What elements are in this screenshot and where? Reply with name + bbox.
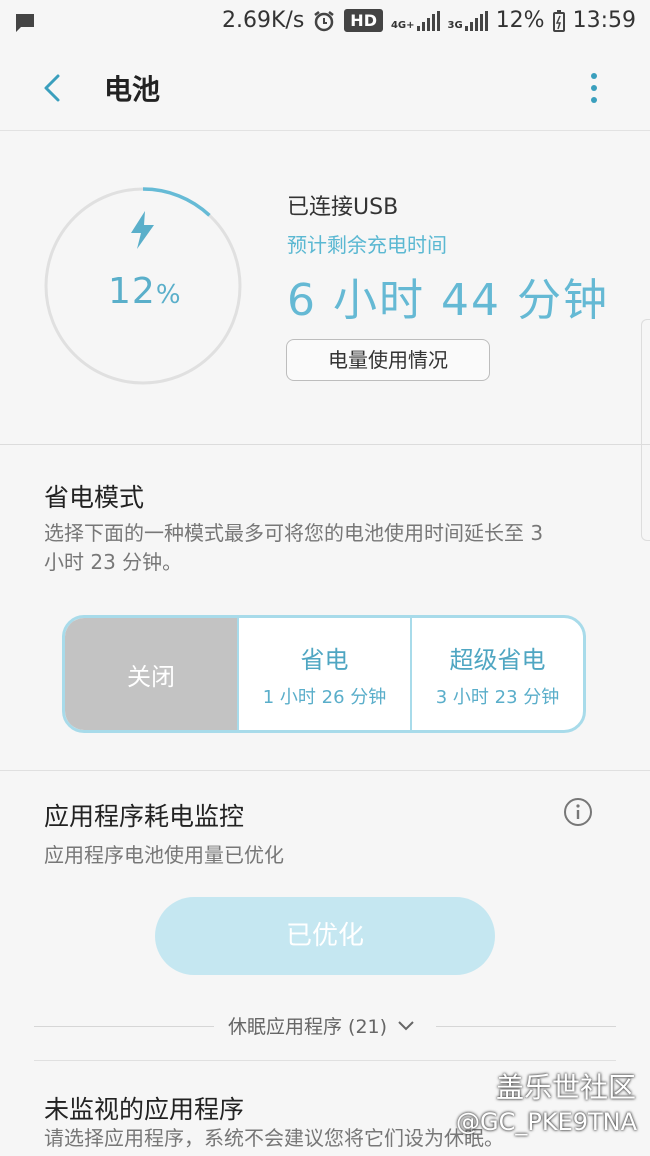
- alarm-icon: [314, 10, 335, 31]
- message-notification-icon: [16, 14, 34, 32]
- mode-ultra-power-saving[interactable]: 超级省电 3 小时 23 分钟: [410, 618, 583, 730]
- unmonitored-apps-title[interactable]: 未监视的应用程序: [44, 1090, 244, 1126]
- watermark-brand: 盖乐世社区: [496, 1071, 637, 1104]
- mode-time: 1 小时 26 分钟: [262, 686, 387, 708]
- app-monitor-description: 应用程序电池使用量已优化: [44, 843, 284, 867]
- clock: 13:59: [572, 8, 636, 33]
- battery-percent: 12%: [108, 271, 182, 312]
- network-speed: 2.69K/s: [222, 8, 305, 33]
- unmonitored-apps-description: 请选择应用程序，系统不会建议您将它们设为休眠。: [44, 1126, 504, 1150]
- optimized-button[interactable]: 已优化: [155, 897, 495, 975]
- page-title: 电池: [104, 73, 161, 106]
- power-mode-selector: 关闭 省电 1 小时 26 分钟 超级省电 3 小时 23 分钟: [62, 615, 586, 733]
- mode-off[interactable]: 关闭: [65, 618, 237, 730]
- status-bar: 2.69K/s HD 4G+ 3G 12% 13:59: [0, 0, 650, 46]
- info-icon[interactable]: [563, 797, 593, 827]
- watermark-user: @GC_PKE9TNA: [456, 1108, 638, 1136]
- network-type-label-2: 3G: [447, 19, 463, 31]
- power-saving-title: 省电模式: [44, 483, 145, 512]
- hd-badge: HD: [344, 9, 383, 32]
- more-options-icon[interactable]: [582, 70, 606, 110]
- mode-time: 3 小时 23 分钟: [435, 686, 560, 708]
- battery-status-card: 12% 已连接USB 预计剩余充电时间 6 小时 44 分钟 电量使用情况: [0, 131, 650, 541]
- mode-name: 超级省电: [449, 645, 546, 674]
- app-bar: 电池: [0, 46, 650, 131]
- sleeping-apps-label: 休眠应用程序 (21): [228, 1016, 388, 1038]
- chevron-down-icon: [398, 1020, 414, 1030]
- charging-bolt-icon: [131, 211, 154, 249]
- edge-panel-handle[interactable]: [641, 319, 650, 541]
- battery-charging-icon: [552, 9, 565, 32]
- network-type-label: 4G+: [390, 19, 415, 31]
- battery-usage-button[interactable]: 电量使用情况: [286, 339, 490, 381]
- section-divider: [34, 1060, 616, 1061]
- charge-estimate-label: 预计剩余充电时间: [287, 233, 447, 257]
- mode-name: 省电: [300, 645, 349, 674]
- battery-percent-value: 12: [108, 271, 156, 312]
- divider-right: [436, 1026, 616, 1027]
- sleeping-apps-toggle[interactable]: 休眠应用程序 (21): [228, 1012, 415, 1039]
- sleeping-apps-row[interactable]: 休眠应用程序 (21): [34, 1010, 616, 1044]
- app-monitor-title: 应用程序耗电监控: [44, 802, 245, 831]
- signal-icon-2: [464, 10, 488, 31]
- divider-left: [34, 1026, 214, 1027]
- signal-icon: [416, 10, 440, 31]
- back-arrow-icon[interactable]: [34, 68, 74, 108]
- power-saving-description: 选择下面的一种模式最多可将您的电池使用时间延长至 3 小时 23 分钟。: [44, 521, 544, 574]
- charge-estimate-time: 6 小时 44 分钟: [287, 275, 609, 326]
- section-divider: [0, 770, 650, 771]
- connection-status: 已连接USB: [287, 195, 399, 220]
- battery-percent-status: 12%: [495, 8, 545, 33]
- mode-name: 关闭: [127, 662, 175, 691]
- percent-sign: %: [155, 280, 182, 310]
- mode-power-saving[interactable]: 省电 1 小时 26 分钟: [237, 618, 410, 730]
